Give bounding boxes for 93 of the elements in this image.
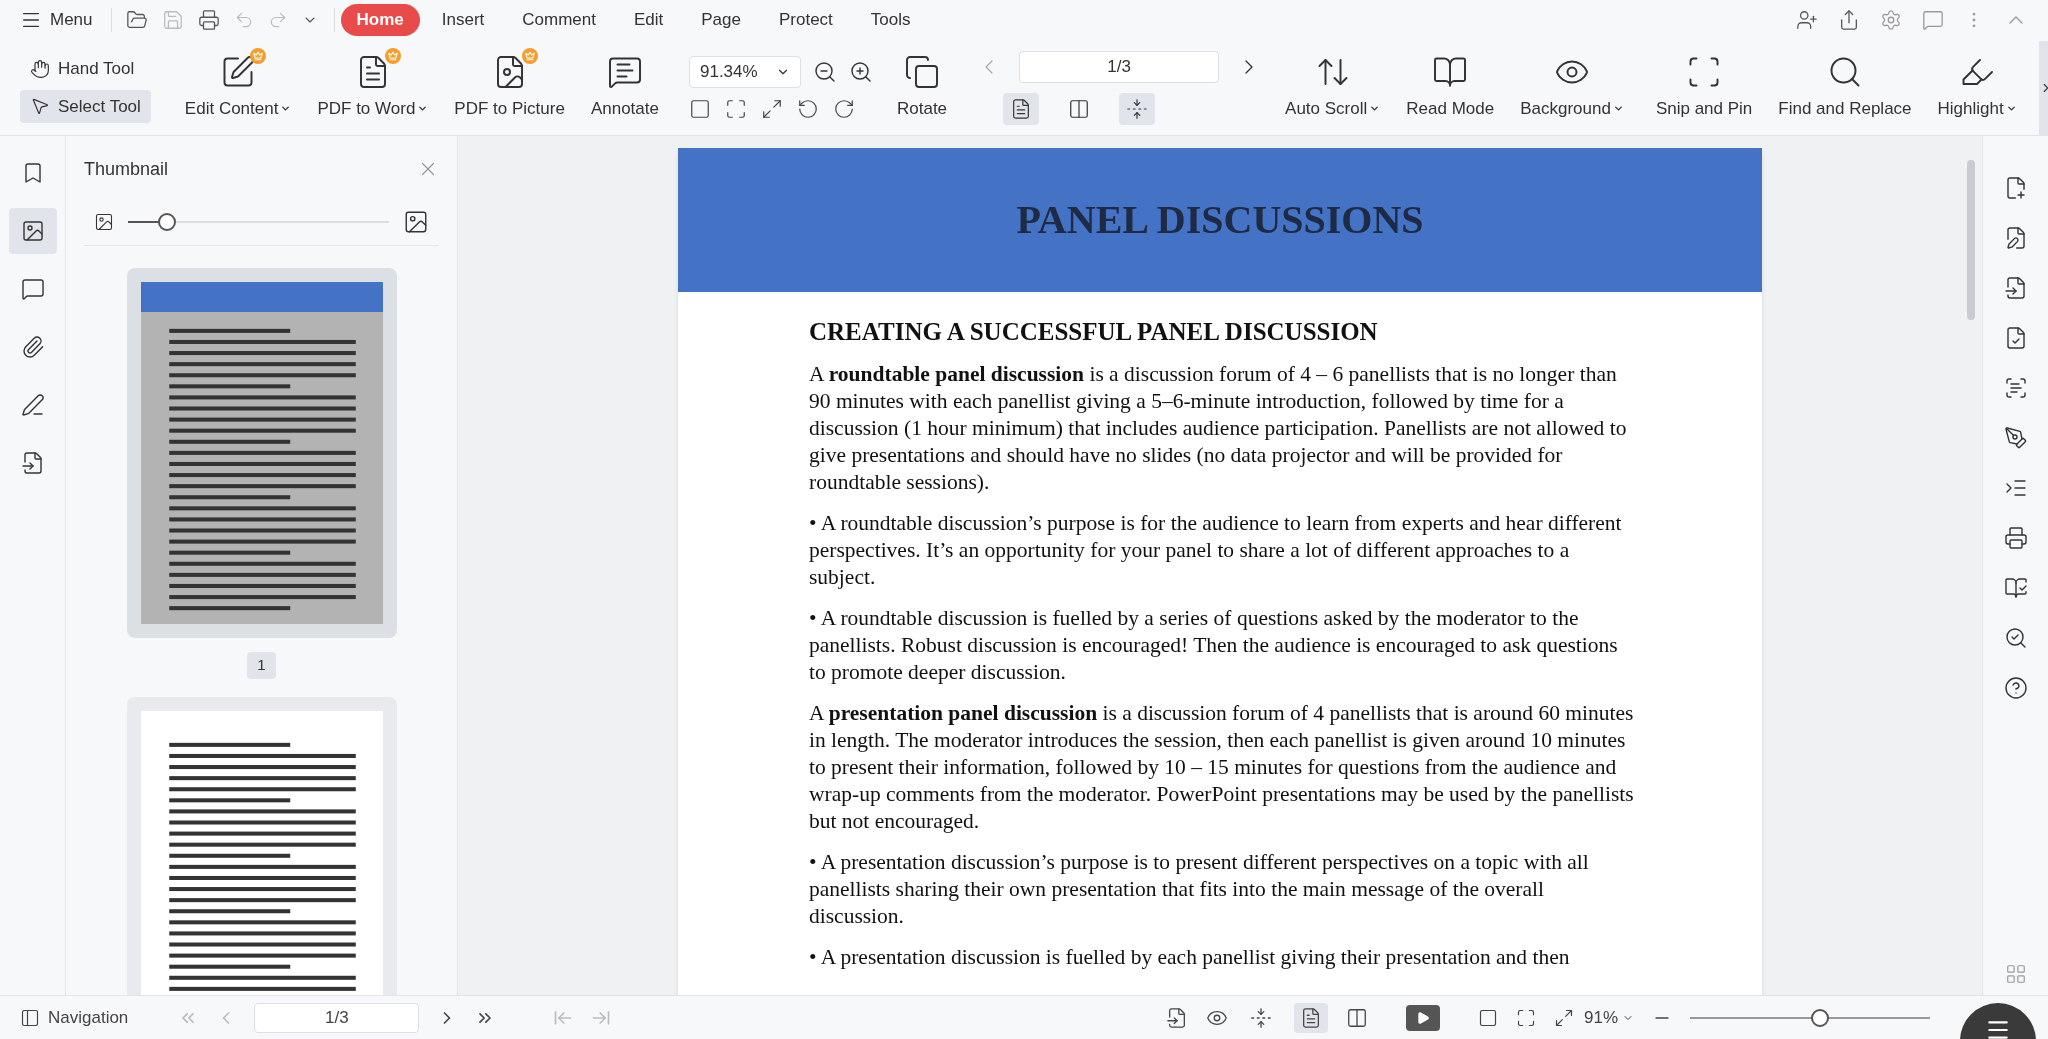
banner-title: PANEL DISCUSSIONS — [1016, 196, 1424, 244]
add-user-icon[interactable] — [1796, 9, 1818, 31]
play-icon — [1415, 1010, 1430, 1025]
zoom-in-icon[interactable] — [848, 59, 873, 84]
panel-title: Thumbnail — [84, 157, 169, 181]
tool-mode-button[interactable]: Hand Tool — [20, 52, 151, 86]
caret-icon — [1369, 103, 1381, 114]
page-number-field[interactable]: 1/3 — [1019, 50, 1220, 83]
help-icon[interactable] — [2003, 676, 2028, 700]
play-button[interactable] — [1405, 1004, 1440, 1031]
crown-badge-icon — [521, 47, 538, 64]
body-paragraph: • A presentation discussion is fuelled by each panellist giving their presentation and then — [809, 944, 1571, 971]
crown-badge-icon — [250, 47, 267, 64]
pointer-icon — [30, 96, 50, 117]
menu-tab[interactable]: Tools — [854, 4, 927, 36]
scan-text-icon[interactable] — [2003, 376, 2028, 400]
slider-thumb[interactable] — [1810, 1008, 1829, 1027]
toolbar-button[interactable]: Find and Replace — [1768, 51, 1922, 124]
convert-icon — [20, 451, 45, 475]
menu-button[interactable]: Menu — [20, 7, 107, 33]
menu-tab[interactable]: Insert — [425, 4, 501, 36]
menu-tab[interactable]: Page — [685, 4, 757, 36]
print-icon[interactable] — [2003, 526, 2028, 550]
two-page-icon — [1068, 97, 1091, 120]
print-icon[interactable] — [197, 9, 220, 31]
scrollbar-thumb[interactable] — [1967, 160, 1975, 320]
actual-size-icon[interactable] — [688, 97, 711, 120]
page-number-label[interactable]: 1 — [247, 652, 276, 679]
body-paragraph: A roundtable panel discussion is a discussion forum of 4 – 6 panellists that is no longer than 90 minutes with each panellist giving a 5–6-minute introduction, followed by time for a discussion (1 hour minimum) that includes audience participation. Panellists are not allowed to give presentations and should have no slides (no data projector and will be provided for roundtable sessions). — [809, 361, 1628, 496]
small-image-icon[interactable] — [94, 211, 114, 232]
fit-page-icon[interactable] — [724, 97, 747, 120]
thumbnail-size-slider[interactable] — [128, 211, 389, 232]
page-number-field[interactable]: 1/3 — [254, 1002, 420, 1033]
menu-tab[interactable]: Home — [340, 4, 420, 36]
toolbar-button[interactable]: Background — [1510, 51, 1634, 124]
attachment-icon — [20, 335, 45, 359]
book-check-icon[interactable] — [2003, 576, 2028, 600]
comment-icon — [20, 277, 45, 301]
search-document-icon[interactable] — [2003, 626, 2028, 650]
feedback-icon[interactable] — [1922, 9, 1944, 31]
two-page-icon[interactable] — [1345, 1006, 1368, 1029]
caret-icon — [2005, 103, 2017, 114]
section-heading: CREATING A SUCCESSFUL PANEL DISCUSSION — [809, 318, 1379, 345]
toolbar-button[interactable]: Snip and Pin — [1645, 51, 1763, 124]
body-paragraph: • A roundtable discussion’s purpose is for the audience to learn from experts and hear different perspectives. It’s an opportunity for your panel to share a lot of different approaches to a subject. — [809, 510, 1623, 591]
menu-tab[interactable]: Protect — [763, 4, 849, 36]
page-thumbnail[interactable] — [126, 268, 397, 638]
rotate-left-icon[interactable] — [796, 97, 819, 120]
toolbar-button[interactable]: Highlight — [1927, 51, 2027, 124]
crown-badge-icon — [384, 47, 401, 64]
zoom-dropdown[interactable]: 91% — [1583, 1004, 1634, 1031]
zoom-field[interactable]: 91.34% — [688, 55, 801, 88]
toolbar-button[interactable]: Annotate — [580, 51, 669, 124]
zoom-out-icon[interactable] — [812, 59, 837, 84]
toolbar-button[interactable]: Auto Scroll — [1275, 51, 1391, 124]
toolbar-button[interactable]: Read Mode — [1396, 51, 1505, 124]
continuous-icon[interactable] — [1249, 1006, 1272, 1029]
fit-width-icon[interactable] — [760, 97, 783, 120]
sidebar-button[interactable] — [8, 208, 57, 254]
fit-page-icon[interactable] — [1515, 1007, 1536, 1028]
slider-thumb[interactable] — [158, 212, 177, 231]
actual-size-icon[interactable] — [1477, 1007, 1498, 1028]
continuous-icon — [1126, 97, 1149, 120]
menu-tab[interactable]: Comment — [506, 4, 612, 36]
navigation-button[interactable]: Navigation — [20, 1004, 129, 1031]
settings-icon[interactable] — [1880, 9, 1902, 31]
caret-icon — [280, 103, 292, 114]
menu-tab[interactable]: Edit — [618, 4, 680, 36]
file-import-icon[interactable] — [2003, 276, 2028, 300]
caret-icon — [417, 103, 429, 114]
view-mode-button[interactable] — [1003, 92, 1040, 125]
tool-mode-button[interactable]: Select Tool — [20, 89, 151, 123]
fit-width-icon[interactable] — [1553, 1007, 1574, 1028]
toolbar-button[interactable]: PDF to Picture — [444, 51, 575, 124]
toolbar-button[interactable]: Rotate — [886, 51, 958, 124]
body-paragraph: A presentation panel discussion is a discussion forum of 4 panellists that is around 60 minutes in length. The moderator introduces the session, then each panellist is given around 10 minutes to present their information, followed by 10 – 15 minutes for questions from the audience and wrap-up comments from the moderator. PowerPoint presentations may be used by the panellists but not encouraged. — [809, 700, 1634, 835]
caret-icon — [1612, 103, 1624, 114]
hand-icon — [30, 58, 50, 79]
body-paragraph: • A presentation discussion’s purpose is to present different perspectives on a topic with all panellists sharing their own presentation that fits into the main message of the overall discussion. — [809, 849, 1590, 930]
pages-icon — [904, 53, 940, 90]
body-paragraph: • A roundtable discussion is fuelled by a series of questions asked by the moderator to the panellists. Robust discussion is encouraged! Then the audience is encouraged to ask questions to promote deeper discussion. — [809, 605, 1619, 686]
rotate-right-icon[interactable] — [832, 97, 855, 120]
export-icon[interactable] — [1165, 1006, 1188, 1029]
toolbar-button[interactable]: PDF to Word — [307, 51, 439, 124]
toolbar-button[interactable]: Edit Content — [174, 51, 302, 124]
pen-nib-icon[interactable] — [2003, 426, 2028, 450]
view-mode-button[interactable] — [1119, 92, 1156, 125]
open-folder-icon[interactable] — [125, 9, 148, 31]
share-icon[interactable] — [1838, 9, 1860, 31]
zoom-slider[interactable] — [1690, 1007, 1930, 1028]
signature-icon — [20, 393, 45, 417]
panel-icon — [20, 1007, 40, 1028]
image-icon — [20, 219, 45, 243]
